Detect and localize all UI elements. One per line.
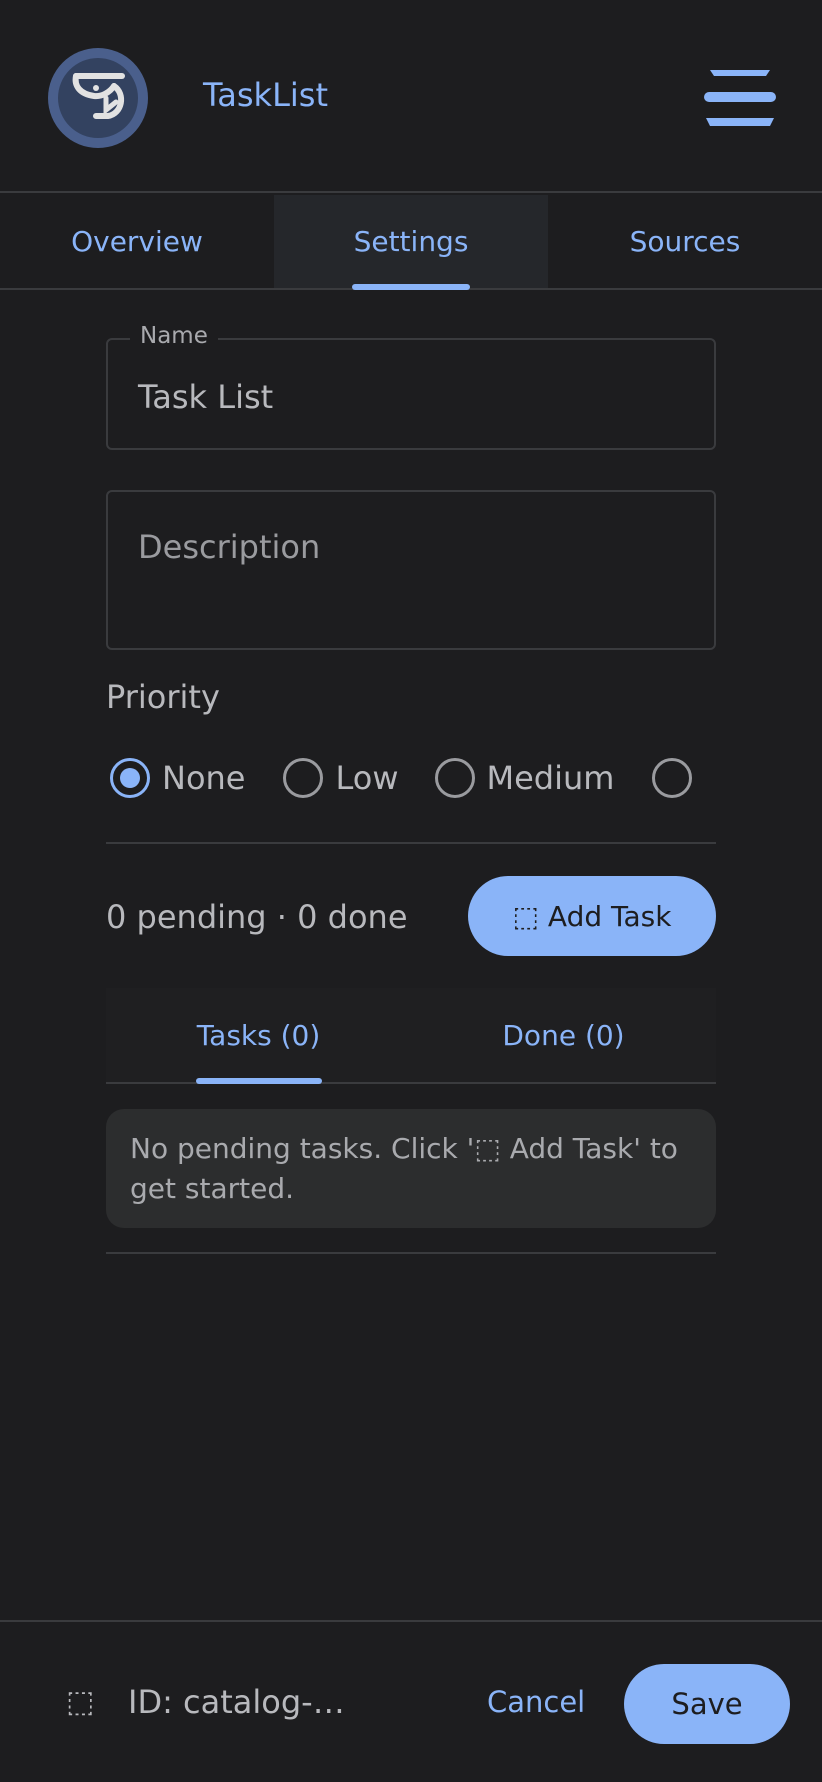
name-field-label: Name <box>130 323 218 349</box>
priority-radio-group: None Low Medium <box>110 755 704 801</box>
radio-label: None <box>162 759 246 797</box>
radio-circle <box>652 758 693 798</box>
add-task-button[interactable]: ⬚ Add Task <box>468 876 716 956</box>
description-placeholder: Description <box>138 528 321 566</box>
save-button[interactable]: Save <box>624 1664 790 1744</box>
header: TaskList <box>0 0 822 193</box>
tab-label: Settings <box>353 225 469 258</box>
priority-none-radio[interactable]: None <box>110 758 245 798</box>
tab-label: Sources <box>629 225 741 258</box>
priority-low-radio[interactable]: Low <box>283 758 399 798</box>
task-subtab-bar: Tasks (0) Done (0) <box>106 988 716 1084</box>
footer-bar: ⬚ ID: catalog-… Cancel Save <box>0 1620 822 1782</box>
divider <box>106 1252 716 1254</box>
name-field-value[interactable]: Task List <box>138 378 273 416</box>
radio-circle <box>434 758 475 798</box>
tab-overview[interactable]: Overview <box>0 195 274 288</box>
subtab-label: Tasks (0) <box>196 1018 321 1052</box>
tab-bar: Overview Settings Sources <box>0 195 822 290</box>
radio-dot <box>120 768 140 788</box>
app-logo <box>48 48 148 148</box>
app-title: TaskList <box>203 76 328 114</box>
name-field[interactable]: Name Task List <box>106 323 716 450</box>
catalog-id: ID: catalog-… <box>128 1683 345 1721</box>
radio-label: Medium <box>486 759 615 797</box>
priority-fourth-radio[interactable] <box>652 758 704 798</box>
sink-faucet-icon <box>58 58 138 138</box>
divider <box>106 842 716 844</box>
hamburger-menu-icon[interactable] <box>700 62 780 132</box>
active-tab-indicator <box>352 284 470 290</box>
tab-label: Overview <box>71 225 203 258</box>
cancel-button[interactable]: Cancel <box>487 1685 585 1719</box>
tab-sources[interactable]: Sources <box>548 195 822 288</box>
tab-tasks[interactable]: Tasks (0) <box>106 988 411 1084</box>
priority-medium-radio[interactable]: Medium <box>434 758 615 798</box>
tab-settings[interactable]: Settings <box>274 195 548 290</box>
active-subtab-indicator <box>195 1078 322 1084</box>
subtab-label: Done (0) <box>502 1018 625 1052</box>
radio-circle <box>283 758 324 798</box>
catalog-icon: ⬚ <box>66 1684 95 1720</box>
radio-circle <box>110 758 150 798</box>
description-field[interactable]: Description <box>106 490 716 650</box>
app-root: TaskList Overview Settings Sources Name … <box>0 0 822 1782</box>
priority-label: Priority <box>106 678 220 716</box>
task-counts: 0 pending · 0 done <box>106 898 408 936</box>
empty-state-message: No pending tasks. Click '⬚ Add Task' to … <box>106 1109 716 1228</box>
radio-label: Low <box>335 759 399 797</box>
tab-done[interactable]: Done (0) <box>411 988 716 1082</box>
